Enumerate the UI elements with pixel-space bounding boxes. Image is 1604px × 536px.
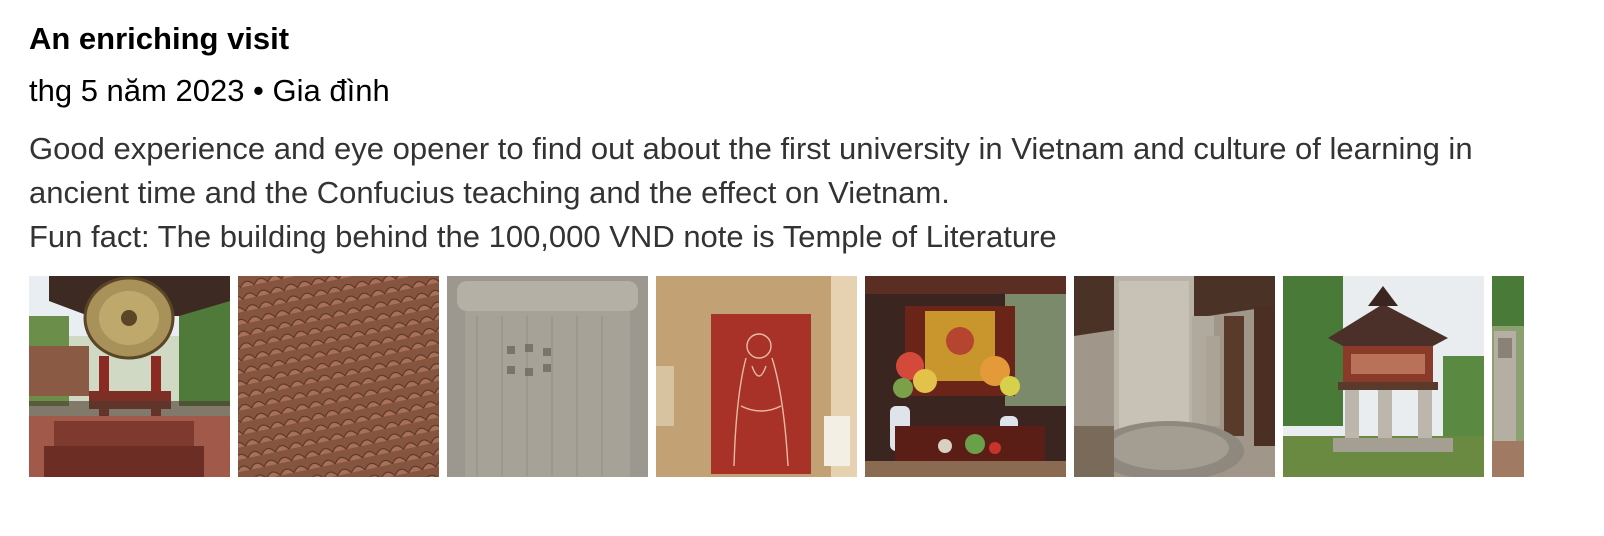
review-body: Good experience and eye opener to find o…: [29, 127, 1589, 259]
khue-van-cac-pavilion-photo[interactable]: [1283, 276, 1484, 477]
stone-stele-inscription-photo[interactable]: [447, 276, 648, 477]
review-photo-strip: [29, 276, 1529, 477]
review-meta: thg 5 năm 2023 • Gia đình: [29, 73, 390, 108]
review-body-line: ancient time and the Confucius teaching …: [29, 175, 950, 210]
gate-partial-photo[interactable]: [1492, 276, 1524, 477]
confucius-portrait-panel-photo[interactable]: [656, 276, 857, 477]
temple-drum-pavilion-photo[interactable]: [29, 276, 230, 477]
stelae-on-turtles-photo[interactable]: [1074, 276, 1275, 477]
altar-with-flowers-photo[interactable]: [865, 276, 1066, 477]
review-body-line: Fun fact: The building behind the 100,00…: [29, 219, 1057, 254]
review-body-line: Good experience and eye opener to find o…: [29, 131, 1473, 166]
review-title: An enriching visit: [29, 21, 290, 56]
roof-tiles-photo[interactable]: [238, 276, 439, 477]
